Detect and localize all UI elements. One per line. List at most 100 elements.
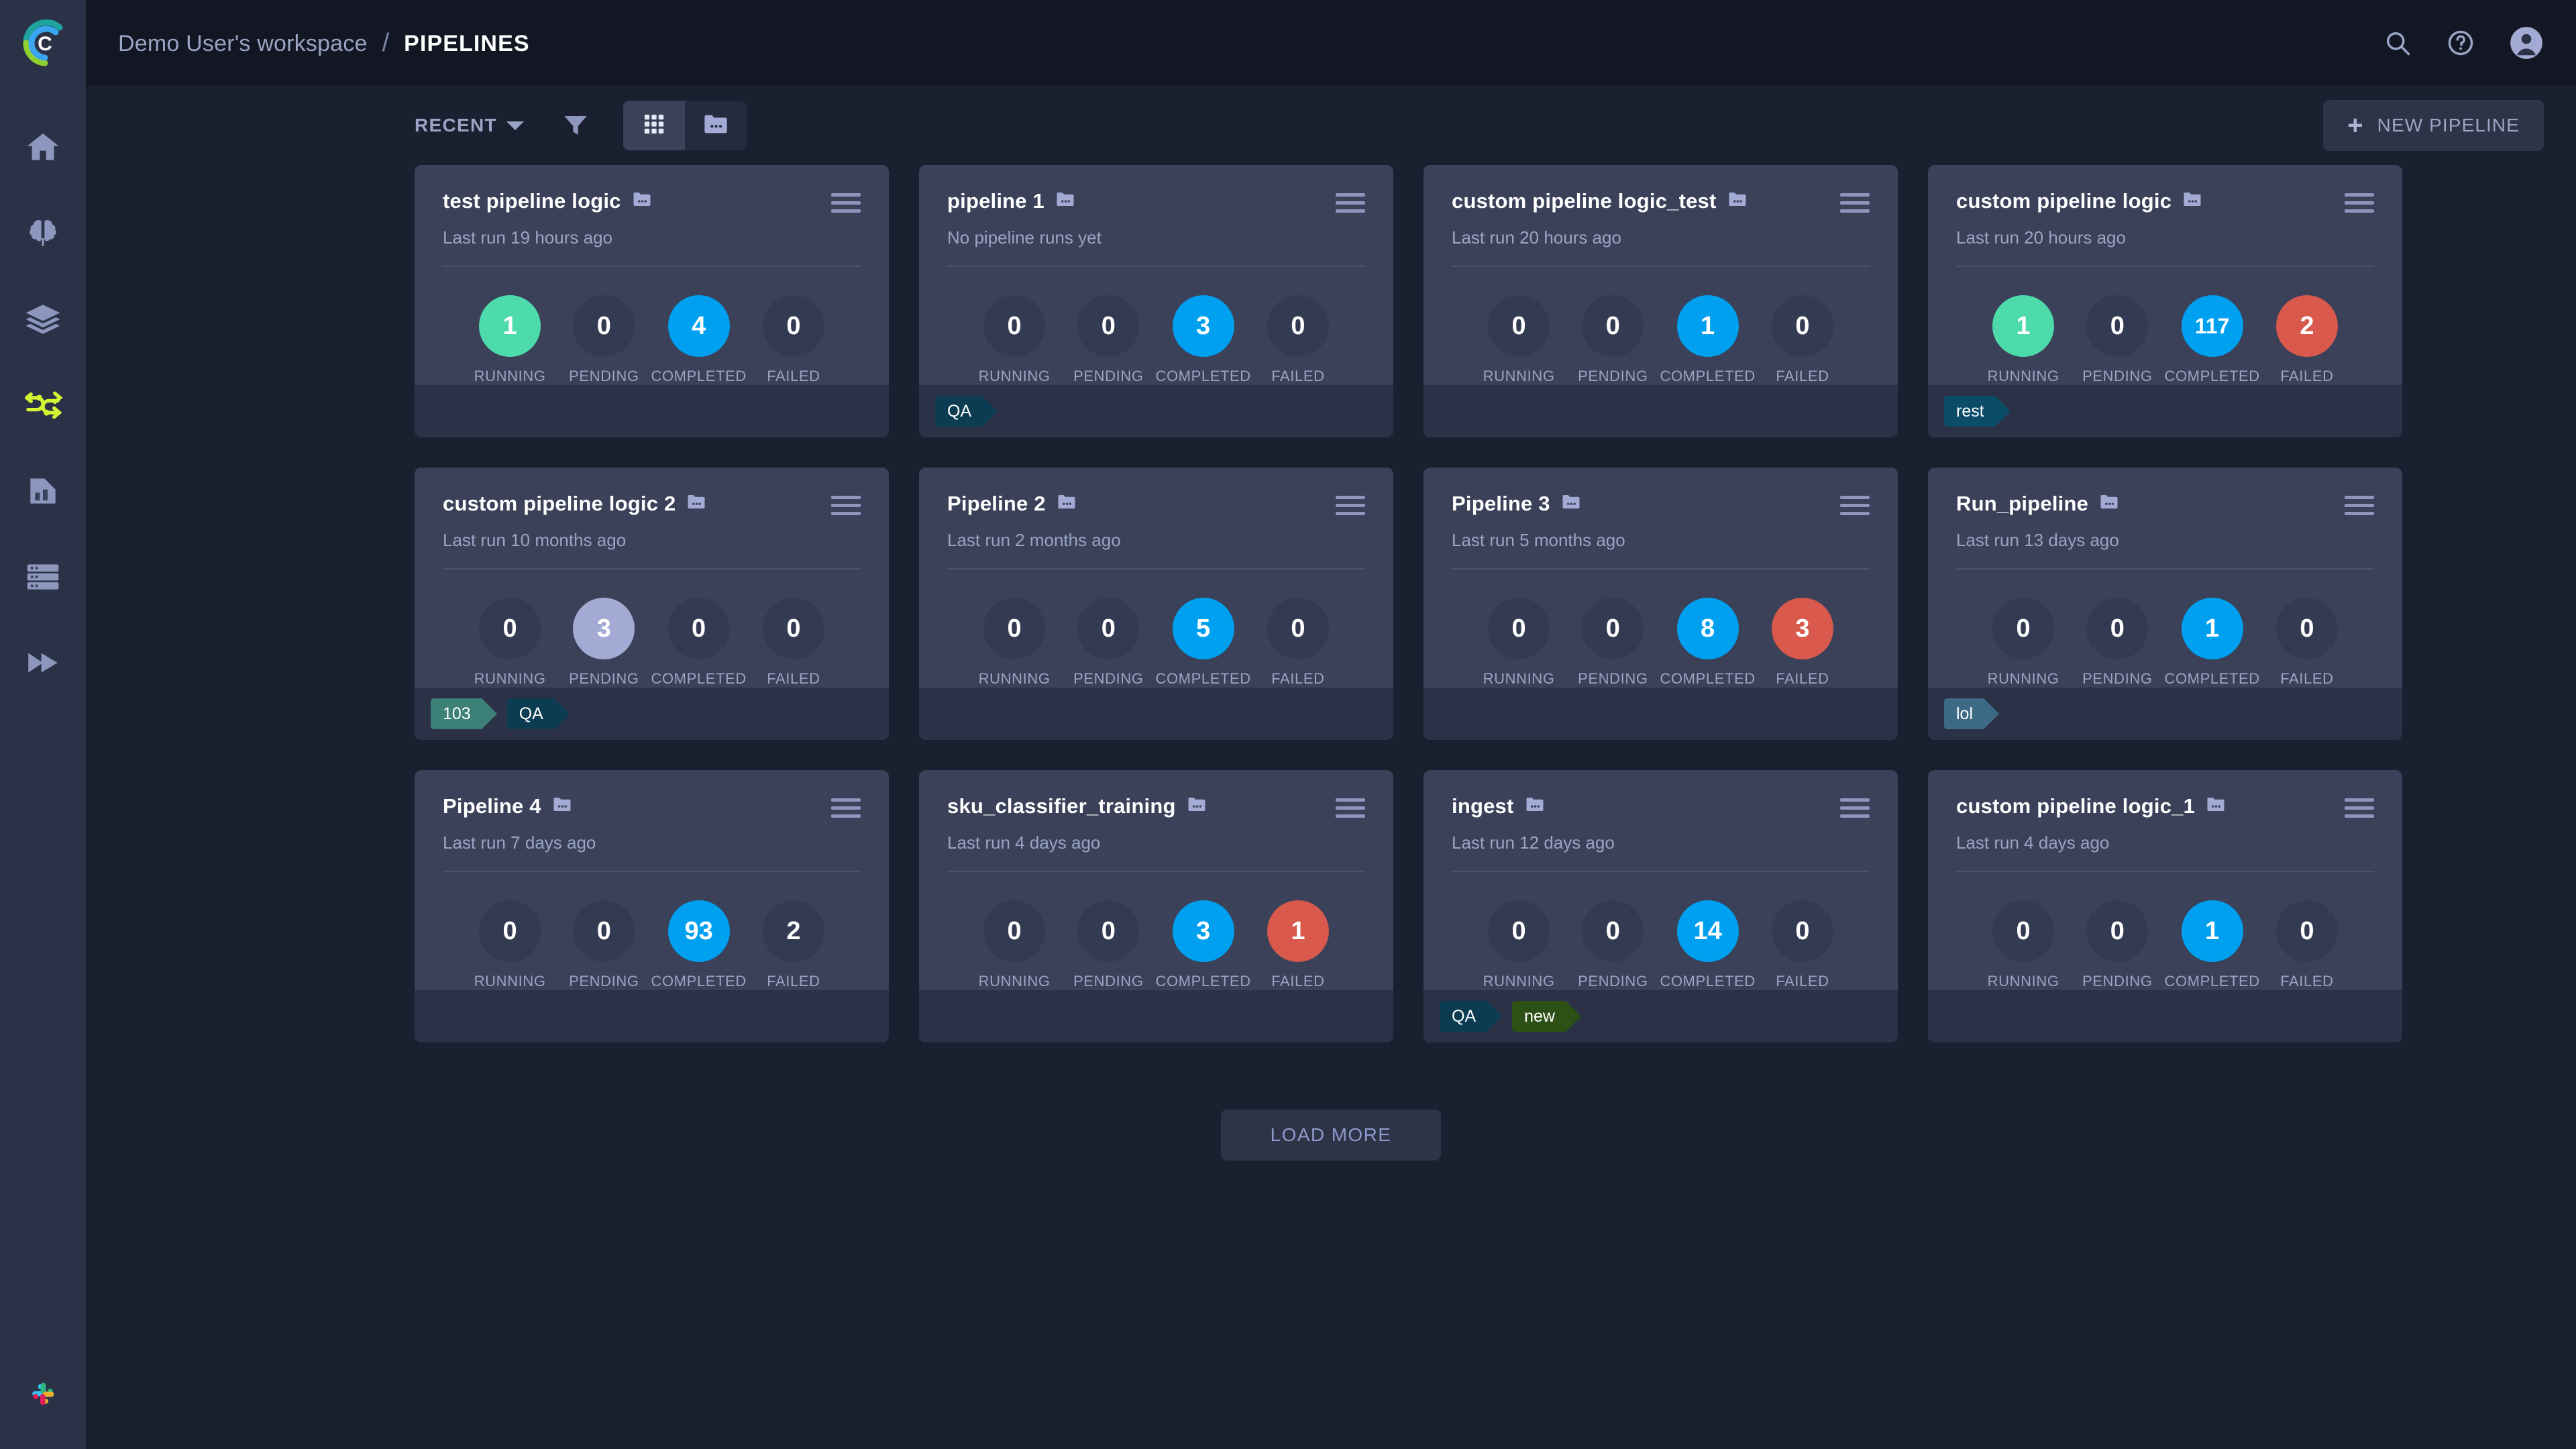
- slack-icon: [24, 1375, 62, 1416]
- stat-value-pending: 0: [2086, 598, 2149, 660]
- sidebar-item-datasets[interactable]: [0, 276, 86, 362]
- pipeline-card[interactable]: pipeline 1 No pipeline runs yet 0 RUNNING 0 P…: [919, 165, 1393, 438]
- card-menu-icon[interactable]: [1336, 189, 1365, 213]
- stat-value-completed: 1: [2181, 598, 2243, 660]
- pipeline-tag[interactable]: new: [1512, 1001, 1581, 1032]
- sidebar: C: [0, 0, 86, 1449]
- stat-value-failed: 0: [2275, 900, 2338, 963]
- pipeline-card-footer: QA new: [1424, 990, 1898, 1043]
- card-menu-icon[interactable]: [1336, 492, 1365, 516]
- sidebar-item-slack[interactable]: [0, 1342, 86, 1449]
- stat-value-running: 0: [1488, 900, 1550, 963]
- pipeline-card-footer: [1424, 688, 1898, 741]
- sort-dropdown[interactable]: RECENT: [415, 115, 524, 136]
- pipeline-title: custom pipeline logic: [1956, 189, 2172, 213]
- funnel-filter-icon[interactable]: [561, 111, 590, 140]
- pipeline-stats: 0 RUNNING 0 PENDING 1 COMPLETED 0 FAILED: [1956, 872, 2374, 990]
- pipeline-last-run: Last run 20 hours ago: [1956, 227, 2126, 248]
- new-pipeline-button[interactable]: + NEW PIPELINE: [2323, 100, 2544, 151]
- folder-icon: [2099, 492, 2119, 512]
- stat-label-failed: FAILED: [2280, 368, 2334, 385]
- pipeline-tag[interactable]: 103: [431, 698, 497, 730]
- help-circle-icon[interactable]: [2446, 28, 2475, 58]
- pipeline-card[interactable]: sku_classifier_training Last run 4 days a…: [919, 770, 1393, 1043]
- pipeline-last-run: Last run 4 days ago: [947, 833, 1101, 853]
- breadcrumb-workspace[interactable]: Demo User's workspace: [118, 31, 368, 57]
- stat-failed: 2 FAILED: [747, 900, 841, 990]
- stat-value-pending: 0: [1582, 598, 1644, 660]
- pipeline-card-footer: [415, 385, 889, 438]
- user-avatar-icon[interactable]: [2509, 25, 2544, 60]
- pipeline-card[interactable]: custom pipeline logic Last run 20 hours a…: [1928, 165, 2402, 438]
- card-menu-icon[interactable]: [1840, 189, 1870, 213]
- pipeline-card[interactable]: test pipeline logic Last run 19 hours ago…: [415, 165, 889, 438]
- pipeline-last-run: Last run 4 days ago: [1956, 833, 2110, 853]
- stat-completed: 1 COMPLETED: [2164, 900, 2259, 990]
- pipeline-card-body: sku_classifier_training Last run 4 days a…: [919, 770, 1393, 990]
- pipeline-card[interactable]: Pipeline 3 Last run 5 months ago 0 RUNNING 0…: [1424, 468, 1898, 741]
- stat-value-running: 0: [983, 900, 1046, 963]
- sidebar-item-pipelines[interactable]: [0, 362, 86, 448]
- stat-label-failed: FAILED: [767, 670, 820, 688]
- stat-pending: 0 PENDING: [1566, 598, 1660, 688]
- stat-label-pending: PENDING: [2082, 368, 2153, 385]
- stat-label-pending: PENDING: [1073, 368, 1144, 385]
- pipeline-title: custom pipeline logic_1: [1956, 794, 2196, 818]
- stat-value-failed: 1: [1267, 900, 1329, 963]
- folder-view-button[interactable]: [684, 101, 747, 150]
- card-menu-icon[interactable]: [831, 492, 861, 516]
- stat-failed: 2 FAILED: [2260, 295, 2354, 385]
- pipeline-tag[interactable]: lol: [1944, 698, 2000, 730]
- sidebar-item-home[interactable]: [0, 105, 86, 191]
- card-menu-icon[interactable]: [2345, 794, 2374, 818]
- sidebar-item-experiments[interactable]: [0, 448, 86, 534]
- grid-view-button[interactable]: [623, 101, 685, 150]
- stat-value-running: 0: [1992, 900, 2055, 963]
- card-menu-icon[interactable]: [2345, 189, 2374, 213]
- stat-running: 0 RUNNING: [463, 598, 557, 688]
- pipeline-tag[interactable]: QA: [1440, 1001, 1503, 1032]
- pipeline-tag[interactable]: QA: [506, 698, 570, 730]
- pipeline-card[interactable]: custom pipeline logic_1 Last run 4 days a…: [1928, 770, 2402, 1043]
- pipeline-card[interactable]: Pipeline 2 Last run 2 months ago 0 RUNNING 0…: [919, 468, 1393, 741]
- card-menu-icon[interactable]: [831, 794, 861, 818]
- card-menu-icon[interactable]: [831, 189, 861, 213]
- stat-completed: 117 COMPLETED: [2164, 295, 2259, 385]
- pipeline-tag[interactable]: rest: [1944, 396, 2010, 427]
- stat-label-failed: FAILED: [1776, 368, 1829, 385]
- card-menu-icon[interactable]: [1840, 794, 1870, 818]
- card-menu-icon[interactable]: [1840, 492, 1870, 516]
- sidebar-item-ai-library[interactable]: [0, 191, 86, 276]
- sidebar-item-compute[interactable]: [0, 534, 86, 620]
- pipeline-title: Pipeline 2: [947, 492, 1046, 516]
- stat-label-failed: FAILED: [1776, 670, 1829, 688]
- pipeline-card[interactable]: Run_pipeline Last run 13 days ago 0 RUNNING…: [1928, 468, 2402, 741]
- pipeline-stats: 0 RUNNING 0 PENDING 3 COMPLETED 0 FAILED: [947, 267, 1365, 385]
- stat-failed: 0 FAILED: [1251, 295, 1345, 385]
- pipeline-tag[interactable]: QA: [935, 396, 998, 427]
- sidebar-item-deployments[interactable]: [0, 620, 86, 706]
- pipeline-card-footer: [1424, 385, 1898, 438]
- pipeline-card[interactable]: ingest Last run 12 days ago 0 RUNNING 0 PENDI…: [1424, 770, 1898, 1043]
- card-menu-icon[interactable]: [2345, 492, 2374, 516]
- stat-failed: 0 FAILED: [1756, 295, 1849, 385]
- pipeline-last-run: Last run 12 days ago: [1452, 833, 1615, 853]
- stat-value-failed: 0: [762, 295, 824, 358]
- app-logo[interactable]: C: [0, 0, 86, 86]
- pipeline-card[interactable]: custom pipeline logic_test Last run 20 ho…: [1424, 165, 1898, 438]
- load-more-button[interactable]: LOAD MORE: [1220, 1110, 1442, 1161]
- stat-failed: 1 FAILED: [1251, 900, 1345, 990]
- stat-value-failed: 0: [1267, 598, 1329, 660]
- pipeline-card[interactable]: Pipeline 4 Last run 7 days ago 0 RUNNING 0 PE…: [415, 770, 889, 1043]
- card-menu-icon[interactable]: [1336, 794, 1365, 818]
- chevron-down-icon: [506, 121, 524, 130]
- search-icon[interactable]: [2383, 28, 2412, 58]
- stat-label-running: RUNNING: [474, 368, 546, 385]
- folder-icon: [1561, 492, 1581, 512]
- stat-running: 0 RUNNING: [1472, 295, 1566, 385]
- pipeline-card[interactable]: custom pipeline logic 2 Last run 10 month…: [415, 468, 889, 741]
- stat-pending: 0 PENDING: [1566, 295, 1660, 385]
- stat-label-failed: FAILED: [2280, 973, 2334, 990]
- stat-completed: 1 COMPLETED: [2164, 598, 2259, 688]
- stat-failed: 0 FAILED: [1756, 900, 1849, 990]
